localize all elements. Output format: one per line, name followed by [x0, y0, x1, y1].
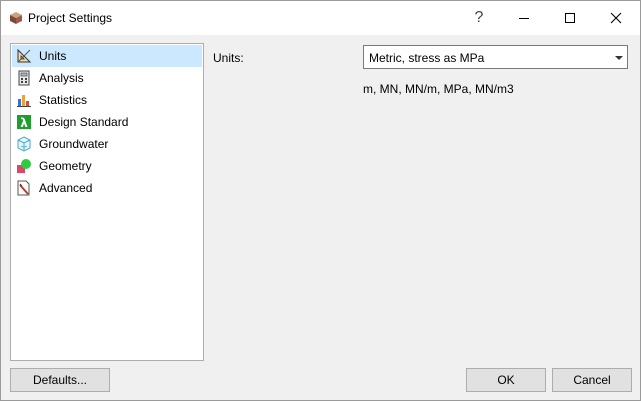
title-bar: Project Settings ?: [1, 1, 640, 35]
nav-item-label: Geometry: [39, 159, 92, 173]
app-icon: [10, 12, 22, 24]
defaults-button[interactable]: Defaults...: [10, 368, 110, 392]
cancel-button[interactable]: Cancel: [552, 368, 632, 392]
calculator-icon: [18, 70, 30, 86]
nav-item-statistics[interactable]: Statistics: [12, 89, 202, 111]
ok-button-label: OK: [497, 373, 515, 387]
chevron-down-icon: [615, 56, 623, 60]
close-button[interactable]: [593, 1, 639, 35]
nav-item-geometry[interactable]: Geometry: [12, 155, 202, 177]
units-dropdown-value: Metric, stress as MPa: [369, 51, 485, 65]
help-button[interactable]: ?: [456, 1, 502, 35]
nav-item-label: Advanced: [39, 181, 93, 195]
shapes-icon: [17, 159, 31, 173]
maximize-icon: [565, 13, 575, 23]
help-icon: ?: [474, 9, 484, 26]
svg-text:λ: λ: [20, 116, 28, 130]
nav-item-label: Groundwater: [39, 137, 109, 151]
project-settings-dialog: Project Settings ? Units Analysis Statis…: [0, 0, 641, 401]
nav-item-units[interactable]: Units: [12, 45, 202, 67]
pencil-page-icon: [17, 180, 30, 196]
defaults-button-label: Defaults...: [32, 373, 88, 387]
window-title: Project Settings: [28, 11, 113, 25]
units-label: Units:: [213, 51, 244, 65]
minimize-icon: [519, 18, 529, 19]
maximize-button[interactable]: [547, 1, 593, 35]
units-description: m, MN, MN/m, MPa, MN/m3: [363, 82, 514, 96]
minimize-button[interactable]: [501, 1, 547, 35]
cancel-button-label: Cancel: [573, 373, 611, 387]
set-square-icon: [17, 48, 32, 63]
units-dropdown[interactable]: Metric, stress as MPa: [363, 45, 628, 69]
settings-category-list: Units Analysis Statistics λ Design Stand…: [10, 43, 204, 361]
ok-button[interactable]: OK: [466, 368, 546, 392]
close-icon: [610, 12, 622, 24]
water-cube-icon: [17, 136, 31, 152]
lambda-icon: λ: [17, 115, 31, 130]
bar-chart-icon: [17, 95, 31, 107]
nav-item-analysis[interactable]: Analysis: [12, 67, 202, 89]
nav-item-label: Units: [39, 49, 67, 63]
nav-item-label: Design Standard: [39, 115, 129, 129]
nav-item-label: Analysis: [39, 71, 84, 85]
nav-item-design-standard[interactable]: λ Design Standard: [12, 111, 202, 133]
nav-item-label: Statistics: [39, 93, 88, 107]
nav-item-advanced[interactable]: Advanced: [12, 177, 202, 199]
nav-item-groundwater[interactable]: Groundwater: [12, 133, 202, 155]
